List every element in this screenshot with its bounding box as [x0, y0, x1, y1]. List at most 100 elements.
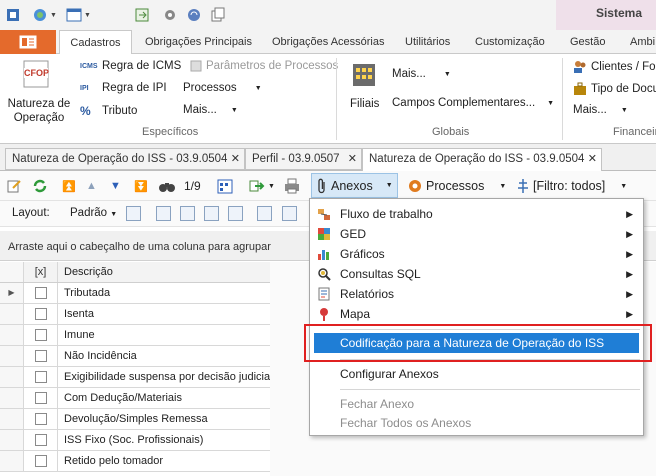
- export-dropdown-button[interactable]: ▼: [249, 176, 275, 196]
- processos-ribbon-label: Processos: [183, 82, 237, 94]
- next-record-button[interactable]: ▼: [110, 176, 121, 196]
- especificos-mais-button[interactable]: Mais... ▼: [183, 104, 238, 116]
- campos-complementares-button[interactable]: Campos Complementares... ▼: [392, 97, 554, 109]
- table-row[interactable]: ISS Fixo (Soc. Profissionais): [0, 430, 270, 451]
- row-indicator: [0, 346, 24, 366]
- row-checkbox[interactable]: [34, 392, 47, 404]
- refresh-globe-button[interactable]: [186, 5, 202, 25]
- doc-tab-natureza-1[interactable]: Natureza de Operação do ISS - 03.9.0504 …: [5, 148, 245, 170]
- descricao-column-header[interactable]: Descrição: [58, 262, 270, 282]
- financeiro-mais-button[interactable]: Mais... ▼: [573, 104, 628, 116]
- export-button[interactable]: [134, 5, 150, 25]
- menu-item-fechar-anexo[interactable]: Fechar Anexo: [314, 394, 639, 414]
- tab-customizacao[interactable]: Customização: [475, 30, 545, 54]
- tab-obrigacoes-principais[interactable]: Obrigações Principais: [145, 30, 252, 54]
- layout-text-icon[interactable]: [282, 206, 297, 221]
- previous-record-button[interactable]: ▲: [86, 176, 97, 196]
- chevron-down-icon: ▼: [385, 182, 393, 189]
- filter-button[interactable]: [Filtro: todos] ▼: [516, 176, 627, 196]
- regra-icms-button[interactable]: ICMS Regra de ICMS: [80, 60, 181, 72]
- table-row[interactable]: Com Dedução/Materiais: [0, 388, 270, 409]
- menu-item-mapa[interactable]: Mapa ▶: [314, 304, 639, 324]
- row-checkbox[interactable]: [34, 371, 47, 383]
- row-checkbox[interactable]: [34, 413, 47, 425]
- copy-button[interactable]: [210, 5, 226, 25]
- print-button[interactable]: [284, 176, 300, 196]
- copy-icon: [211, 7, 225, 22]
- tools-button[interactable]: [162, 5, 178, 25]
- row-check-cell: [24, 325, 58, 345]
- row-checkbox[interactable]: [34, 287, 47, 299]
- layout-edit-icon[interactable]: [156, 206, 171, 221]
- tab-utilitarios[interactable]: Utilitários: [405, 30, 450, 54]
- filiais-button[interactable]: Filiais: [346, 58, 382, 118]
- table-row[interactable]: Isenta: [0, 304, 270, 325]
- doc-tab-perfil[interactable]: Perfil - 03.9.0507 ✕: [245, 148, 362, 170]
- natureza-operacao-button[interactable]: CFOP Natureza de Operação: [6, 58, 70, 124]
- regra-ipi-button[interactable]: IPI Regra de IPI: [80, 82, 167, 94]
- menu-item-configurar-anexos[interactable]: Configurar Anexos: [314, 364, 639, 384]
- search-button[interactable]: [158, 176, 176, 196]
- layout-grid-icon[interactable]: [257, 206, 272, 221]
- chevron-down-icon: ▼: [268, 182, 275, 190]
- menu-item-graficos[interactable]: Gráficos ▶: [314, 244, 639, 264]
- row-checkbox[interactable]: [34, 350, 47, 362]
- table-row[interactable]: Exigibilidade suspensa por decisão judic…: [0, 367, 270, 388]
- menu-item-relatorios[interactable]: Relatórios ▶: [314, 284, 639, 304]
- menu-item-fluxo-trabalho[interactable]: Fluxo de trabalho ▶: [314, 204, 639, 224]
- globe-dropdown-button[interactable]: ▼: [32, 5, 57, 25]
- refresh-button[interactable]: [32, 176, 48, 196]
- close-icon[interactable]: ✕: [231, 149, 240, 169]
- chart-icon: [316, 246, 332, 262]
- layout-home-icon[interactable]: [228, 206, 243, 221]
- tab-gestao[interactable]: Gestão: [570, 30, 605, 54]
- menu-item-spacer: [316, 366, 332, 382]
- menu-item-consultas-sql[interactable]: Consultas SQL ▶: [314, 264, 639, 284]
- edit-icon: [7, 180, 21, 193]
- row-checkbox[interactable]: [34, 308, 47, 320]
- paperclip-icon: [318, 178, 325, 193]
- menu-item-fechar-todos-anexos[interactable]: Fechar Todos os Anexos: [314, 413, 639, 433]
- tab-cadastros[interactable]: Cadastros: [59, 30, 132, 55]
- table-row[interactable]: Não Incidência: [0, 346, 270, 367]
- application-menu-button[interactable]: [0, 30, 56, 54]
- first-record-button[interactable]: ⏫: [62, 176, 76, 196]
- row-checkbox[interactable]: [34, 455, 47, 467]
- processos-ribbon-button[interactable]: Processos ▼: [183, 82, 262, 94]
- clientes-fornecedores-button[interactable]: Clientes / For: [573, 60, 656, 74]
- tab-obrigacoes-acessorias[interactable]: Obrigações Acessórias: [272, 30, 385, 54]
- first-icon: ⏫: [62, 180, 76, 193]
- tributo-button[interactable]: % Tributo: [80, 104, 137, 118]
- tab-ambiente[interactable]: Ambi: [630, 30, 655, 54]
- tipo-documento-button[interactable]: Tipo de Docu: [573, 82, 656, 96]
- calendar-button[interactable]: [217, 176, 233, 196]
- chevron-down-icon: ▼: [254, 84, 262, 92]
- doc-tab-natureza-active[interactable]: Natureza de Operação do ISS - 03.9.0504 …: [362, 148, 602, 172]
- table-row[interactable]: Devolução/Simples Remessa: [0, 409, 270, 430]
- row-checkbox[interactable]: [34, 434, 47, 446]
- layout-select[interactable]: Padrão ▼: [70, 207, 117, 219]
- window-dropdown-button[interactable]: ▼: [66, 5, 91, 25]
- menu-item-spacer: [316, 415, 332, 431]
- table-row[interactable]: Retido pelo tomador: [0, 451, 270, 472]
- parameters-icon: [190, 60, 202, 72]
- especificos-group-label: Específicos: [142, 126, 199, 138]
- table-row[interactable]: ▶ Tributada: [0, 283, 270, 304]
- last-record-button[interactable]: ⏬: [134, 176, 148, 196]
- close-icon[interactable]: ✕: [348, 149, 357, 169]
- app-icon[interactable]: [6, 5, 20, 25]
- parametros-processos-button[interactable]: Parâmetros de Processos: [190, 60, 338, 72]
- globais-mais-button[interactable]: Mais... ▼: [392, 68, 451, 80]
- select-all-header[interactable]: [x]: [24, 262, 58, 282]
- row-checkbox[interactable]: [34, 329, 47, 341]
- close-icon[interactable]: ✕: [588, 149, 597, 169]
- ribbon-divider: [562, 58, 563, 140]
- edit-button[interactable]: [6, 176, 22, 196]
- menu-item-ged[interactable]: GED ▶: [314, 224, 639, 244]
- layout-columns-icon[interactable]: [180, 206, 195, 221]
- layout-export-icon[interactable]: [204, 206, 219, 221]
- processos-button[interactable]: Processos ▼: [407, 176, 506, 196]
- anexos-button[interactable]: Anexos ▼: [311, 173, 398, 198]
- layout-save-icon[interactable]: [126, 206, 141, 221]
- table-row[interactable]: Imune: [0, 325, 270, 346]
